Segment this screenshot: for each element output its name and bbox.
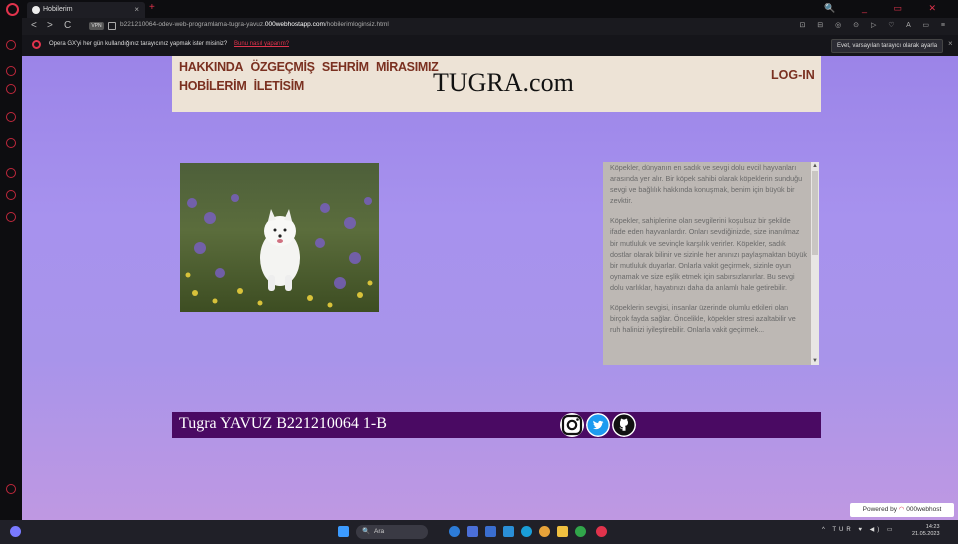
nav-ozgecmis[interactable]: ÖZGEÇMİŞ <box>250 60 315 74</box>
clock-date: 21.05.2023 <box>912 531 940 537</box>
url-field[interactable]: b221210064-odev-web-programlama-tugra-ya… <box>120 21 389 28</box>
clock-time: 14:23 <box>925 524 940 530</box>
taskbar-app-explorer-icon[interactable] <box>557 526 568 537</box>
powered-by-label: Powered by <box>862 506 897 513</box>
scroll-thumb[interactable] <box>812 171 818 255</box>
page-viewport: HAKKINDA ÖZGEÇMİŞ SEHRİM MİRASIMIZ HOBİL… <box>22 56 958 520</box>
hobby-text-scrollbox[interactable]: Köpekler, dünyanın en sadık ve sevgi dol… <box>603 162 819 365</box>
paragraph-3: Köpeklerin sevgisi, insanlar üzerinde ol… <box>610 303 796 335</box>
address-bar: < > C VPN b221210064-odev-web-programlam… <box>22 18 958 35</box>
taskbar-app-taskview-icon[interactable] <box>467 526 478 537</box>
opera-logo-icon[interactable] <box>6 3 19 16</box>
site-brand[interactable]: TUGRA.com <box>433 68 574 98</box>
nav-iletisim[interactable]: İLETİSİM <box>254 79 305 93</box>
back-button[interactable]: < <box>31 20 37 31</box>
search-placeholder: Ara <box>374 528 385 535</box>
taskbar-app-store-icon[interactable] <box>503 526 514 537</box>
taskbar-clock[interactable]: 14:23 21.05.2023 <box>912 524 940 538</box>
sidebar-menu-icon[interactable] <box>6 484 16 494</box>
infobar-message: Opera GX'yi her gün kullandığınız tarayı… <box>49 41 228 47</box>
taskbar-app-chrome-icon[interactable] <box>539 526 550 537</box>
sidebar-extensions-icon[interactable] <box>6 212 16 222</box>
window-controls[interactable]: 🔍 _ ▭ ✕ <box>824 3 948 14</box>
nav-sehrim[interactable]: SEHRİM <box>322 60 369 74</box>
taskbar-search[interactable]: 🔍 Ara <box>356 525 428 539</box>
forward-button[interactable]: > <box>47 20 53 31</box>
sidebar-shop-icon[interactable] <box>6 66 16 76</box>
address-bar-tools-icon[interactable]: ⊡ ⊟ ◎ ⊙ ▷ ♡ A ▭ ≡ <box>799 21 950 29</box>
sidebar-history-icon[interactable] <box>6 168 16 178</box>
scroll-up-icon[interactable]: ▲ <box>811 162 819 170</box>
opera-gx-icon <box>32 40 41 49</box>
taskbar-app-edge-icon[interactable] <box>521 526 532 537</box>
sidebar-player-icon[interactable] <box>6 138 16 148</box>
twitter-icon[interactable] <box>586 413 610 437</box>
paragraph-2: Köpekler, sahiplerine olan sevgilerini k… <box>610 216 807 292</box>
scroll-down-icon[interactable]: ▼ <box>811 357 819 365</box>
footer-text: Tugra YAVUZ B221210064 1-B <box>179 415 387 432</box>
system-tray[interactable]: ^ TUR ♥ ◀) ▭ <box>822 526 896 533</box>
login-link[interactable]: LOG-IN <box>771 68 815 82</box>
instagram-icon[interactable] <box>560 413 584 437</box>
taskbar-app-opera-gx-icon[interactable] <box>596 526 607 537</box>
site-nav: HAKKINDA ÖZGEÇMİŞ SEHRİM MİRASIMIZ HOBİL… <box>179 58 443 96</box>
text-scrollbar[interactable]: ▲ ▼ <box>811 162 819 365</box>
windows-taskbar: 🔍 Ara ^ TUR ♥ ◀) ▭ 14:23 21.05.2023 <box>0 520 958 544</box>
powered-by-brand: 000webhost <box>906 506 942 513</box>
browser-tab-bar: Hobilerim × + 🔍 _ ▭ ✕ <box>0 0 958 18</box>
widgets-icon[interactable] <box>10 526 21 537</box>
github-icon[interactable] <box>612 413 636 437</box>
sidebar-settings-icon[interactable] <box>6 190 16 200</box>
paragraph-1: Köpekler, dünyanın en sadık ve sevgi dol… <box>610 163 803 206</box>
tab-title: Hobilerim <box>43 6 73 13</box>
sidebar-gx-control-icon[interactable] <box>6 40 16 50</box>
set-default-browser-button[interactable]: Evet, varsayılan tarayıcı olarak ayarla <box>831 39 944 53</box>
taskbar-app-teams-icon[interactable] <box>485 526 496 537</box>
browser-sidebar <box>0 18 22 520</box>
powered-by-badge[interactable]: Powered by ◠ 000webhost <box>850 503 954 517</box>
hobby-text: Köpekler, dünyanın en sadık ve sevgi dol… <box>610 162 808 344</box>
start-icon[interactable] <box>338 526 349 537</box>
nav-hakkinda[interactable]: HAKKINDA <box>179 60 244 74</box>
tab-favicon-icon <box>32 6 40 14</box>
infobar-close-icon[interactable]: × <box>948 39 953 48</box>
tab-hobilerim[interactable]: Hobilerim × <box>27 2 145 18</box>
search-icon: 🔍 <box>362 528 371 535</box>
new-tab-button[interactable]: + <box>149 2 155 13</box>
taskbar-app-spotify-icon[interactable] <box>575 526 586 537</box>
nav-hobilerim[interactable]: HOBİLERİM <box>179 79 247 93</box>
lock-icon[interactable] <box>108 22 116 30</box>
vpn-badge[interactable]: VPN <box>89 22 104 30</box>
host-logo-icon: ◠ <box>898 506 905 513</box>
sidebar-twitch-icon[interactable] <box>6 84 16 94</box>
reload-button[interactable]: C <box>64 20 71 31</box>
sidebar-messenger-icon[interactable] <box>6 112 16 122</box>
dog-photo <box>180 163 379 312</box>
site-header: HAKKINDA ÖZGEÇMİŞ SEHRİM MİRASIMIZ HOBİL… <box>172 56 821 112</box>
nav-mirasimiz[interactable]: MİRASIMIZ <box>376 60 439 74</box>
site-footer: Tugra YAVUZ B221210064 1-B <box>172 412 821 438</box>
default-browser-infobar: Opera GX'yi her gün kullandığınız tarayı… <box>22 35 958 57</box>
tab-close-icon[interactable]: × <box>134 2 139 18</box>
taskbar-app-chat-icon[interactable] <box>449 526 460 537</box>
infobar-help-link[interactable]: Bunu nasıl yaparım? <box>234 41 289 47</box>
